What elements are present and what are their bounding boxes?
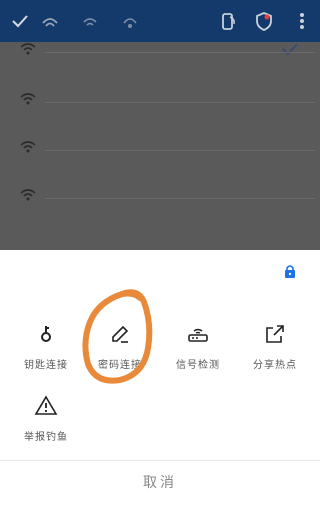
cancel-button[interactable]: 取消 xyxy=(0,472,320,492)
option-label: 信号检测 xyxy=(176,360,220,371)
option-share-hotspot[interactable]: 分享热点 xyxy=(235,322,315,371)
action-sheet: 钥匙连接 密码连接 信号检测 分享热点 举报钓鱼 取消 xyxy=(0,250,320,510)
option-password-connect[interactable]: 密码连接 xyxy=(80,322,160,371)
row-divider xyxy=(45,102,315,103)
lock-icon xyxy=(285,265,295,278)
dimmed-background xyxy=(0,0,320,250)
pencil-icon xyxy=(112,325,129,343)
row-divider xyxy=(45,52,315,53)
wifi-icon xyxy=(20,43,36,55)
wifi-list-item xyxy=(20,140,320,160)
warning-icon xyxy=(34,395,58,415)
option-report-phishing[interactable]: 举报钓鱼 xyxy=(6,394,86,443)
top-toolbar xyxy=(0,0,320,42)
more-vert-icon[interactable] xyxy=(292,11,312,31)
row-divider xyxy=(45,198,315,199)
option-signal-check[interactable]: 信号检测 xyxy=(158,322,238,371)
share-icon xyxy=(266,325,284,343)
row-divider xyxy=(45,150,315,151)
wifi-lock-icon xyxy=(42,18,58,27)
sheet-divider xyxy=(0,460,320,461)
router-icon xyxy=(188,328,208,342)
wifi-list-item xyxy=(20,42,320,62)
option-label: 举报钓鱼 xyxy=(24,432,68,443)
phone-wifi-icon[interactable] xyxy=(218,11,238,31)
wifi-list-item xyxy=(20,92,320,112)
shield-icon[interactable] xyxy=(254,11,274,31)
key-icon xyxy=(41,326,51,342)
wifi-icon xyxy=(20,141,36,153)
option-label: 密码连接 xyxy=(98,360,142,371)
option-label: 钥匙连接 xyxy=(24,360,68,371)
wifi-lock-icon xyxy=(83,18,97,26)
wifi-lock-icon xyxy=(123,18,137,28)
option-key-connect[interactable]: 钥匙连接 xyxy=(6,322,86,371)
check-icon xyxy=(12,15,28,28)
wifi-icon xyxy=(20,93,36,105)
option-label: 分享热点 xyxy=(253,360,297,371)
wifi-list-item xyxy=(20,188,320,208)
wifi-icon xyxy=(20,189,36,201)
